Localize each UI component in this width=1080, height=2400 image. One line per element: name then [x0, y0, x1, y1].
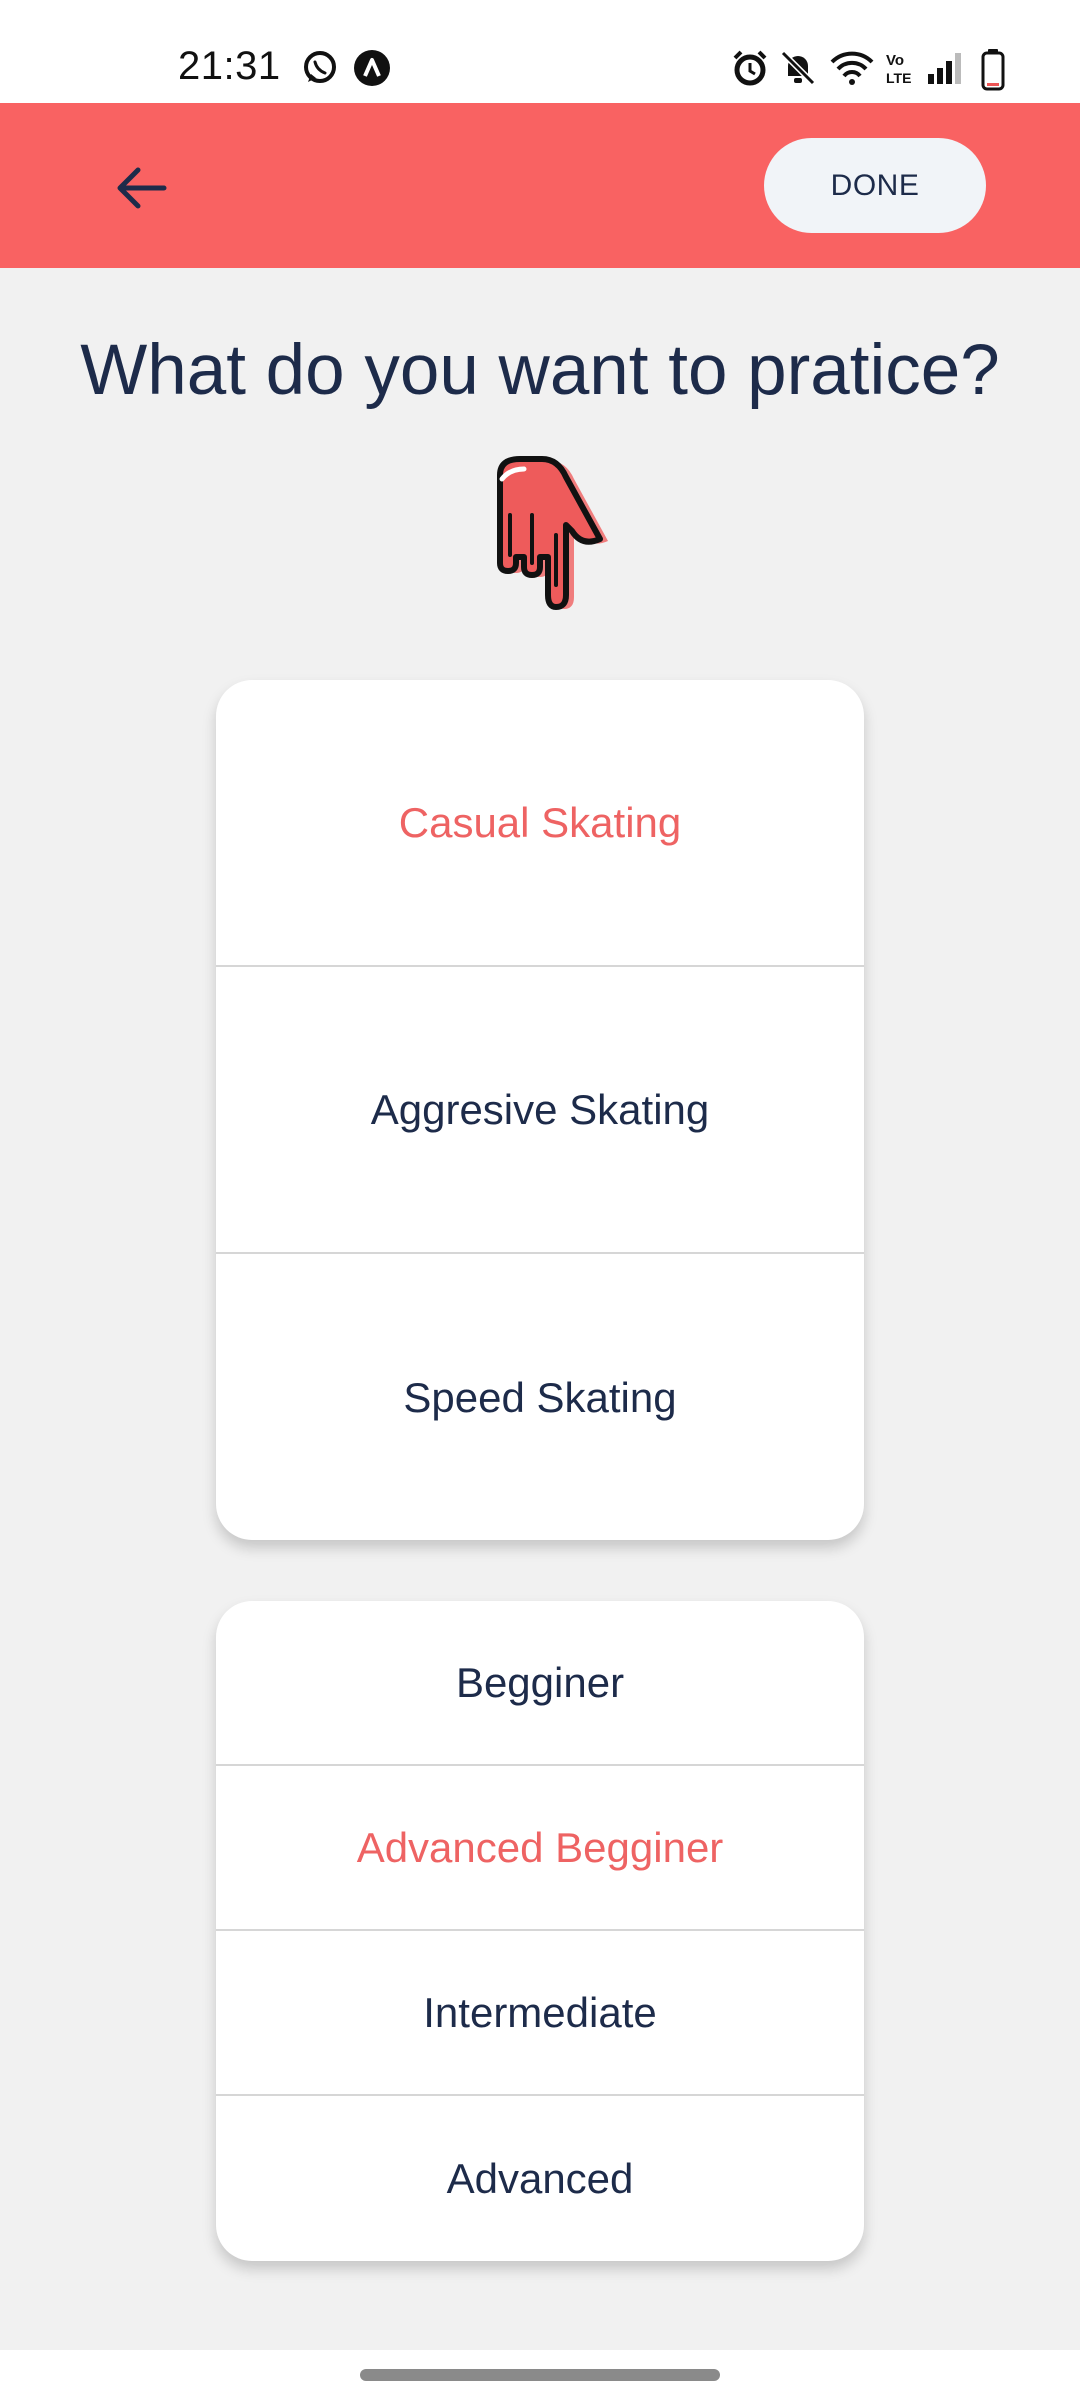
svg-text:LTE: LTE	[886, 70, 911, 86]
page-title: What do you want to pratice?	[80, 331, 1000, 410]
battery-icon	[981, 49, 1005, 91]
status-time: 21:31	[178, 44, 281, 88]
status-bar: 21:31 Vo LTE	[0, 0, 1080, 103]
wifi-icon	[830, 51, 874, 85]
option-advanced-begginer[interactable]: Advanced Begginer	[216, 1766, 864, 1931]
option-speed-skating[interactable]: Speed Skating	[216, 1254, 864, 1540]
back-button[interactable]	[100, 148, 180, 228]
option-casual-skating[interactable]: Casual Skating	[216, 680, 864, 967]
bell-muted-icon	[780, 50, 816, 86]
volte-icon: Vo LTE	[886, 52, 911, 86]
hand-pointing-down-icon	[497, 456, 608, 610]
home-gesture-handle[interactable]	[360, 2369, 720, 2381]
app-notification-icon	[354, 50, 390, 86]
signal-icon	[928, 53, 961, 84]
arrow-left-icon	[117, 167, 167, 209]
option-aggresive-skating[interactable]: Aggresive Skating	[216, 967, 864, 1254]
option-begginer[interactable]: Begginer	[216, 1601, 864, 1766]
level-list: Begginer Advanced Begginer Intermediate …	[216, 1601, 864, 2261]
option-intermediate[interactable]: Intermediate	[216, 1931, 864, 2096]
app-bar: DONE	[0, 103, 1080, 268]
done-button[interactable]: DONE	[764, 138, 986, 233]
alarm-icon	[733, 50, 767, 86]
skating-type-list: Casual Skating Aggresive Skating Speed S…	[216, 680, 864, 1540]
navigation-bar	[0, 2350, 1080, 2400]
option-advanced[interactable]: Advanced	[216, 2096, 864, 2261]
svg-text:Vo: Vo	[886, 52, 904, 69]
whatsapp-icon	[304, 51, 336, 83]
